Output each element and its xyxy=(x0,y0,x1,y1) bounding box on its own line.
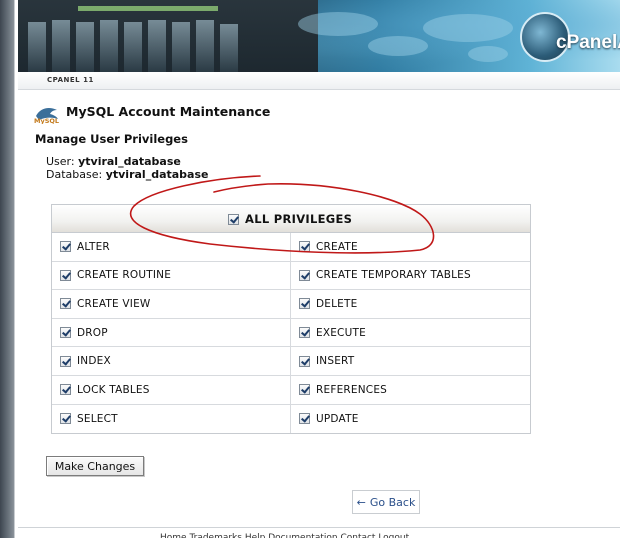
database-label: Database: xyxy=(46,168,103,181)
world-map-graphic xyxy=(298,12,513,62)
privilege-row: LOCK TABLES REFERENCES xyxy=(52,376,530,405)
privilege-option[interactable]: DELETE xyxy=(291,290,530,318)
privilege-label: CREATE TEMPORARY TABLES xyxy=(316,269,471,282)
all-privileges-label: ALL PRIVILEGES xyxy=(245,212,353,226)
privilege-option[interactable]: EXECUTE xyxy=(291,319,530,347)
privilege-checkbox[interactable] xyxy=(299,269,310,281)
go-back-label: Go Back xyxy=(369,495,416,509)
footer-links[interactable]: Home Trademarks Help Documentation Conta… xyxy=(160,531,620,538)
version-bar: CPANEL 11 xyxy=(18,72,620,90)
privilege-label: INDEX xyxy=(77,355,111,368)
privilege-checkbox[interactable] xyxy=(299,298,310,310)
privilege-checkbox[interactable] xyxy=(60,355,71,367)
privilege-checkbox[interactable] xyxy=(60,384,71,396)
privilege-label: DROP xyxy=(77,326,108,339)
privileges-table: ALL PRIVILEGES ALTER CREATE CREATE ROUTINE… xyxy=(51,204,531,434)
privilege-label: CREATE VIEW xyxy=(77,297,151,310)
header-banner: cPanelAg xyxy=(18,0,620,72)
privilege-label: UPDATE xyxy=(316,412,359,425)
privilege-checkbox[interactable] xyxy=(299,355,310,367)
privilege-checkbox[interactable] xyxy=(60,327,71,339)
privilege-row: DROP EXECUTE xyxy=(52,318,530,348)
version-label: CPANEL 11 xyxy=(47,76,94,84)
all-privileges-header: ALL PRIVILEGES xyxy=(52,205,530,233)
privilege-label: CREATE ROUTINE xyxy=(77,269,172,282)
privilege-option[interactable]: UPDATE xyxy=(291,405,530,434)
privilege-row: SELECT UPDATE xyxy=(52,404,530,434)
privilege-option[interactable]: LOCK TABLES xyxy=(52,376,291,404)
privilege-checkbox[interactable] xyxy=(299,327,310,339)
section-title: Manage User Privileges xyxy=(35,132,188,146)
make-changes-button[interactable]: Make Changes xyxy=(46,456,144,476)
privilege-label: SELECT xyxy=(77,412,118,425)
database-value: ytviral_database xyxy=(105,168,209,181)
back-arrow-icon: ← xyxy=(356,495,366,509)
privilege-checkbox[interactable] xyxy=(299,413,310,425)
privilege-row: ALTER CREATE xyxy=(52,233,530,262)
privilege-checkbox[interactable] xyxy=(60,241,71,253)
privilege-option[interactable]: CREATE ROUTINE xyxy=(52,261,291,290)
privilege-label: INSERT xyxy=(316,355,355,368)
privilege-checkbox[interactable] xyxy=(60,413,71,425)
privilege-label: EXECUTE xyxy=(316,326,366,339)
cpanel-logo[interactable]: cPanelAg xyxy=(518,10,620,66)
svg-text:MySQL: MySQL xyxy=(34,117,59,124)
privilege-option[interactable]: SELECT xyxy=(52,404,291,434)
privilege-label: LOCK TABLES xyxy=(77,383,150,396)
privilege-option[interactable]: CREATE VIEW xyxy=(52,290,291,318)
all-privileges-option[interactable]: ALL PRIVILEGES xyxy=(228,212,352,226)
privilege-row: CREATE ROUTINE CREATE TEMPORARY TABLES xyxy=(52,261,530,291)
privilege-label: CREATE xyxy=(316,240,358,253)
privilege-option[interactable]: REFERENCES xyxy=(291,376,530,404)
all-privileges-checkbox[interactable] xyxy=(228,213,239,225)
left-window-strip xyxy=(0,0,14,538)
page-title: MySQL Account Maintenance xyxy=(66,104,271,119)
privilege-label: DELETE xyxy=(316,297,358,310)
go-back-link[interactable]: ← Go Back xyxy=(352,490,420,514)
privilege-option[interactable]: INDEX xyxy=(52,347,291,375)
user-info: User: ytviral_database xyxy=(46,155,181,168)
privilege-row: INDEX INSERT xyxy=(52,347,530,376)
privilege-option[interactable]: DROP xyxy=(52,318,291,347)
privilege-row: CREATE VIEW DELETE xyxy=(52,290,530,319)
privilege-label: ALTER xyxy=(77,240,110,253)
user-value: ytviral_database xyxy=(78,155,181,168)
database-info: Database: ytviral_database xyxy=(46,168,208,181)
footer-divider xyxy=(18,527,620,528)
privilege-checkbox[interactable] xyxy=(299,384,310,396)
privilege-option[interactable]: ALTER xyxy=(52,233,291,261)
privilege-checkbox[interactable] xyxy=(60,298,71,310)
user-label: User: xyxy=(46,155,75,168)
privilege-label: REFERENCES xyxy=(316,383,388,396)
network-cables-image xyxy=(18,0,318,72)
privilege-option[interactable]: CREATE xyxy=(291,233,530,261)
privilege-checkbox[interactable] xyxy=(299,241,310,253)
cpanel-brand-text: cPanel xyxy=(556,32,618,53)
privilege-option[interactable]: INSERT xyxy=(291,347,530,375)
mysql-dolphin-icon: MySQL xyxy=(34,108,59,124)
privilege-checkbox[interactable] xyxy=(60,269,71,281)
privilege-option[interactable]: CREATE TEMPORARY TABLES xyxy=(291,262,530,290)
